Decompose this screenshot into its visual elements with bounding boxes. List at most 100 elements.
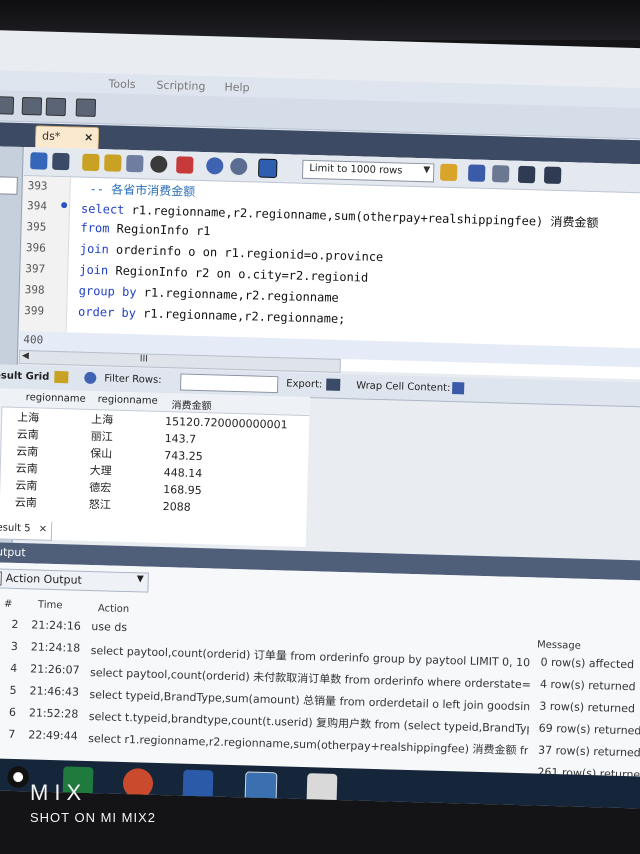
autocommit-icon[interactable] xyxy=(257,158,278,179)
output-time: 22:49:44 xyxy=(28,728,78,743)
menu-help[interactable]: Help xyxy=(224,81,249,95)
navigator-search-input[interactable] xyxy=(0,176,18,195)
toggle-error-icon[interactable] xyxy=(176,156,194,174)
explain-icon[interactable] xyxy=(126,154,144,173)
execute-icon[interactable] xyxy=(82,153,100,172)
code-line: group by r1.regionname,r2.regionname xyxy=(78,283,339,305)
sql-keyword: join xyxy=(79,241,110,257)
output-num: 2 xyxy=(11,617,19,632)
scroll-thumb[interactable]: III xyxy=(140,354,148,364)
execute-current-icon[interactable] xyxy=(104,154,122,172)
output-time: 21:24:16 xyxy=(31,618,81,633)
word-icon[interactable] xyxy=(182,769,214,801)
beautify-icon[interactable] xyxy=(467,164,486,182)
cell[interactable]: 168.95 xyxy=(163,483,202,497)
output-col-action: Action xyxy=(97,603,130,616)
sql-editor[interactable]: Limit to 1000 rows ▼ 393 394 395 396 397… xyxy=(18,147,640,380)
output-panel: Action Output ▼ # Time Action Message 2 … xyxy=(0,561,640,782)
cell[interactable]: 德宏 xyxy=(89,479,111,496)
statement-marker-icon xyxy=(61,202,68,209)
open-script-icon[interactable] xyxy=(30,152,48,170)
cell[interactable]: 云南 xyxy=(17,426,39,443)
result-tab-label: Result 5 xyxy=(0,522,31,535)
output-time: 21:26:07 xyxy=(29,662,80,677)
menu-tools[interactable]: Tools xyxy=(108,77,135,91)
powerpoint-icon[interactable] xyxy=(122,768,154,799)
menu-scripting[interactable]: Scripting xyxy=(156,79,205,93)
workbench-window: Tools Scripting Help ds* × Limit to 1000… xyxy=(0,30,640,809)
qq-icon[interactable] xyxy=(2,764,34,796)
column-header[interactable]: regionname xyxy=(98,394,158,407)
cell[interactable]: 保山 xyxy=(90,445,112,462)
line-number: 393 xyxy=(27,179,48,193)
line-number: 397 xyxy=(25,262,46,276)
line-number: 400 xyxy=(23,333,44,347)
inspector-icon[interactable] xyxy=(75,98,97,117)
column-header[interactable]: regionname xyxy=(26,392,86,405)
code-line: join orderinfo o on r1.regionid=o.provin… xyxy=(79,241,384,265)
cell[interactable]: 云南 xyxy=(15,494,37,511)
close-icon[interactable]: × xyxy=(39,524,48,535)
cell[interactable]: 云南 xyxy=(16,443,38,460)
cell[interactable]: 怒江 xyxy=(89,496,111,513)
find-icon[interactable] xyxy=(491,165,510,183)
result-tab[interactable]: Result 5 × xyxy=(0,520,53,541)
mysql-workbench-icon[interactable] xyxy=(244,771,278,805)
photo-frame: Tools Scripting Help ds* × Limit to 1000… xyxy=(0,0,640,854)
sql-file-icon[interactable] xyxy=(21,96,43,116)
tab-ds[interactable]: ds* × xyxy=(34,125,100,151)
code-line: order by r1.regionname,r2.regionname; xyxy=(77,304,346,327)
cell[interactable]: 云南 xyxy=(15,477,37,494)
grid-view-icon[interactable] xyxy=(54,370,69,384)
cell[interactable]: 云南 xyxy=(16,460,38,477)
cell[interactable]: 上海 xyxy=(17,409,39,426)
open-file-icon[interactable] xyxy=(45,97,67,117)
line-number: 394 xyxy=(26,199,48,213)
sql-keyword: from xyxy=(80,220,110,236)
code-line: -- 各省市消费金额 xyxy=(89,181,196,199)
cell[interactable]: 丽江 xyxy=(90,428,113,445)
save-icon[interactable] xyxy=(52,152,70,171)
output-mode-icon xyxy=(0,571,2,586)
export-label: Export: xyxy=(286,378,323,391)
output-mode-select[interactable]: Action Output ▼ xyxy=(0,568,149,593)
cell[interactable]: 上海 xyxy=(91,411,113,428)
chevron-down-icon: ▼ xyxy=(423,165,431,176)
result-grid-tab[interactable]: Result Grid xyxy=(0,370,49,383)
filter-rows-input[interactable] xyxy=(180,373,279,394)
row-indicator-column: ▶ xyxy=(0,405,3,511)
output-num: 6 xyxy=(8,705,17,719)
commit-icon[interactable] xyxy=(206,157,224,175)
column-header[interactable]: 消费金额 xyxy=(171,396,211,412)
cell[interactable]: 143.7 xyxy=(164,432,196,446)
wrap-toggle-icon[interactable] xyxy=(452,382,465,395)
camera-watermark-brand: MIX xyxy=(30,780,88,805)
rollback-icon[interactable] xyxy=(230,157,248,176)
tab-title: ds* xyxy=(41,129,61,144)
refresh-icon[interactable] xyxy=(84,371,97,385)
export-icon[interactable] xyxy=(326,378,341,391)
invisible-chars-icon[interactable] xyxy=(517,165,536,184)
limit-rows-select[interactable]: Limit to 1000 rows ▼ xyxy=(301,159,435,183)
cell[interactable]: 2088 xyxy=(163,500,191,514)
stop-icon[interactable] xyxy=(150,155,168,174)
new-connection-icon[interactable] xyxy=(0,96,15,115)
sql-keyword: join xyxy=(79,262,109,278)
cell[interactable]: 448.14 xyxy=(164,466,203,480)
wrap-cell-label: Wrap Cell Content: xyxy=(356,380,451,394)
output-num: 4 xyxy=(10,661,18,676)
cell[interactable]: 大理 xyxy=(90,462,112,479)
limit-rows-label: Limit to 1000 rows xyxy=(309,162,403,177)
line-number: 396 xyxy=(25,241,46,255)
output-title: Output xyxy=(0,545,26,560)
scroll-left-icon[interactable]: ◀ xyxy=(22,351,29,361)
cell[interactable]: 743.25 xyxy=(164,449,203,463)
cell[interactable]: 15120.720000000001 xyxy=(165,415,288,431)
wrap-lines-icon[interactable] xyxy=(543,166,562,185)
output-mode-label: Action Output xyxy=(5,571,83,587)
camera-watermark-caption: SHOT ON MI MIX2 xyxy=(30,810,156,825)
folder-icon[interactable] xyxy=(306,773,338,804)
bookmark-icon[interactable] xyxy=(439,163,458,182)
chevron-down-icon: ▼ xyxy=(136,574,144,585)
close-icon[interactable]: × xyxy=(84,131,94,144)
